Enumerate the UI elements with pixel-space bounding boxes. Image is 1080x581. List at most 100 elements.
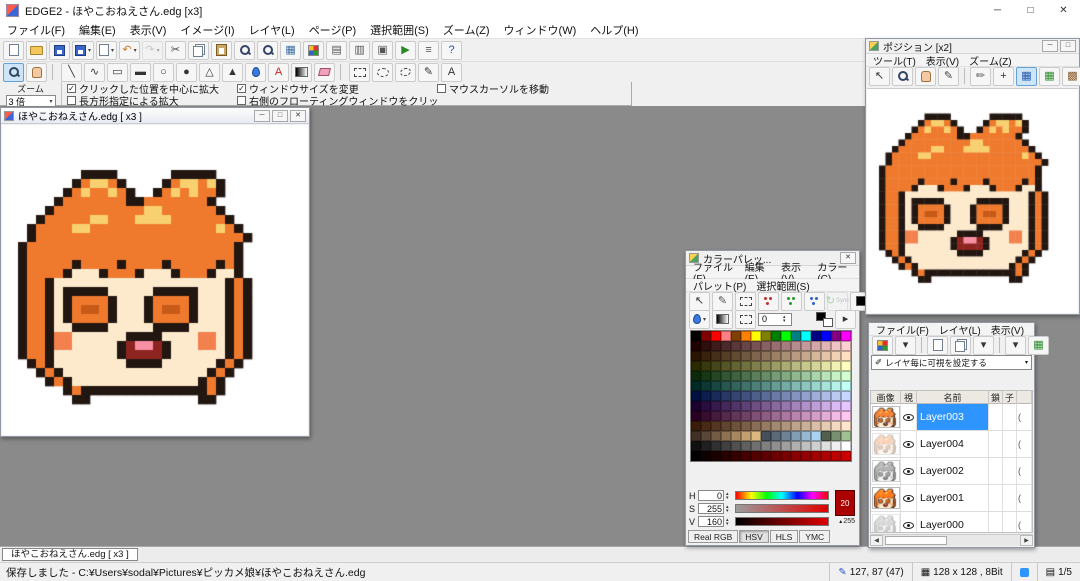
palette-cell[interactable] bbox=[691, 391, 701, 401]
palette-cell[interactable] bbox=[761, 341, 771, 351]
palette-cell[interactable] bbox=[711, 371, 721, 381]
position-zoom-tool[interactable] bbox=[892, 66, 913, 86]
cut-button[interactable]: ✂ bbox=[165, 40, 187, 60]
layer-child-cell[interactable] bbox=[1003, 485, 1017, 511]
palette-cell[interactable] bbox=[841, 361, 851, 371]
palette-cell[interactable] bbox=[791, 391, 801, 401]
palette-cell[interactable] bbox=[701, 351, 711, 361]
layer-menu-view[interactable]: 表示(V) bbox=[986, 322, 1029, 337]
palette-cell[interactable] bbox=[781, 341, 791, 351]
eraser-tool[interactable] bbox=[314, 62, 335, 82]
open-file-button[interactable] bbox=[26, 40, 47, 60]
palette-cell[interactable] bbox=[761, 401, 771, 411]
expand-button[interactable]: ▸ bbox=[835, 309, 856, 329]
palette-cell[interactable] bbox=[761, 351, 771, 361]
palette-cell[interactable] bbox=[701, 421, 711, 431]
layer-grid-button[interactable]: ▦ bbox=[1028, 335, 1049, 355]
layer-thumbnail[interactable] bbox=[871, 487, 900, 509]
palette-cell[interactable] bbox=[761, 411, 771, 421]
foreground-background-swatches[interactable] bbox=[816, 311, 833, 327]
palette-cell[interactable] bbox=[781, 411, 791, 421]
layer-menu-button[interactable]: ▾ bbox=[973, 335, 994, 355]
palette-cell[interactable] bbox=[741, 381, 751, 391]
menu-view[interactable]: 表示(V) bbox=[123, 21, 174, 39]
palette-cell[interactable] bbox=[791, 331, 801, 341]
palette-cell[interactable] bbox=[821, 411, 831, 421]
saturation-spinner[interactable]: ▴ ▾ bbox=[726, 504, 733, 513]
palette-cell[interactable] bbox=[711, 421, 721, 431]
layer-child-cell[interactable] bbox=[1003, 404, 1017, 430]
palette-cell[interactable] bbox=[771, 381, 781, 391]
palette-cell[interactable] bbox=[821, 371, 831, 381]
palette-cell[interactable] bbox=[711, 331, 721, 341]
palette-cell[interactable] bbox=[841, 441, 851, 451]
palette-cell[interactable] bbox=[771, 341, 781, 351]
layer-visibility-dropdown[interactable]: ✐ レイヤ毎に可視を設定する ▾ bbox=[871, 355, 1032, 370]
position-preview-canvas[interactable] bbox=[867, 89, 1078, 313]
document-tab[interactable]: ほやこおねえさん.edg [ x3 ] bbox=[2, 548, 138, 561]
palette-cell[interactable] bbox=[701, 441, 711, 451]
palette-cell[interactable] bbox=[801, 421, 811, 431]
canvas-maximize-button[interactable]: □ bbox=[272, 109, 288, 122]
palette-cell[interactable] bbox=[771, 421, 781, 431]
grid-button[interactable]: ▦ bbox=[280, 40, 302, 60]
palette-cell[interactable] bbox=[721, 431, 731, 441]
layer-name-cell[interactable]: Layer001 bbox=[917, 485, 989, 511]
palette-cell[interactable] bbox=[721, 371, 731, 381]
layer-row[interactable]: Layer004 ( bbox=[871, 431, 1032, 458]
canvas-close-button[interactable]: ✕ bbox=[290, 109, 306, 122]
palette-cursor-tool[interactable]: ↖ bbox=[689, 291, 710, 311]
palette-cell[interactable] bbox=[821, 351, 831, 361]
layer-visibility-cell[interactable] bbox=[901, 431, 917, 457]
palette-menu-selection[interactable]: 選択範囲(S) bbox=[751, 278, 814, 293]
palette-cell[interactable] bbox=[741, 391, 751, 401]
palette-cell[interactable] bbox=[831, 331, 841, 341]
palette-cell[interactable] bbox=[721, 391, 731, 401]
lasso-tool[interactable] bbox=[395, 62, 416, 82]
palette-cell[interactable] bbox=[801, 391, 811, 401]
palette-cell[interactable] bbox=[741, 421, 751, 431]
palette-cell[interactable] bbox=[731, 391, 741, 401]
palette-cell[interactable] bbox=[801, 371, 811, 381]
palette-cell[interactable] bbox=[801, 331, 811, 341]
curve-tool[interactable]: ∿ bbox=[84, 62, 105, 82]
position-dropper-tool[interactable]: ✏ bbox=[970, 66, 991, 86]
zoom-level-select[interactable]: 3 倍 ▾ bbox=[5, 95, 56, 107]
option-move-cursor[interactable]: マウスカーソルを移動 bbox=[437, 81, 631, 96]
palette-cell[interactable] bbox=[731, 411, 741, 421]
palette-cell[interactable] bbox=[811, 421, 821, 431]
palette-cell[interactable] bbox=[841, 411, 851, 421]
palette-cell[interactable] bbox=[691, 451, 701, 461]
layer-row[interactable]: Layer000 ( bbox=[871, 512, 1032, 532]
palette-cell[interactable] bbox=[701, 361, 711, 371]
palette-cell[interactable] bbox=[721, 351, 731, 361]
save-as-button[interactable]: ▾ bbox=[72, 40, 95, 60]
palette-cell[interactable] bbox=[731, 341, 741, 351]
fill-style-button[interactable]: ▾ bbox=[689, 309, 710, 329]
palette-cell[interactable] bbox=[711, 341, 721, 351]
palette-cell[interactable] bbox=[821, 401, 831, 411]
palette-cell[interactable] bbox=[701, 381, 711, 391]
palette-cell[interactable] bbox=[841, 381, 851, 391]
layer-thumbnail[interactable] bbox=[871, 406, 900, 428]
palette-cell[interactable] bbox=[791, 451, 801, 461]
palette-button[interactable] bbox=[303, 40, 325, 60]
palette-cell[interactable] bbox=[741, 401, 751, 411]
layer-child-cell[interactable] bbox=[1003, 512, 1017, 532]
palette-cell[interactable] bbox=[721, 401, 731, 411]
position-cursor-tool[interactable]: ↖ bbox=[869, 66, 890, 86]
palette-cell[interactable] bbox=[751, 441, 761, 451]
layer-name-cell[interactable]: Layer002 bbox=[917, 458, 989, 484]
palette-cell[interactable] bbox=[811, 361, 821, 371]
palette-cell[interactable] bbox=[841, 371, 851, 381]
palette-cell[interactable] bbox=[831, 451, 841, 461]
gradient-style-button[interactable] bbox=[712, 309, 733, 329]
palette-cell[interactable] bbox=[691, 431, 701, 441]
value-value[interactable]: 160 bbox=[698, 516, 724, 527]
palette-cell[interactable] bbox=[751, 331, 761, 341]
palette-cell[interactable] bbox=[741, 361, 751, 371]
palette-cell[interactable] bbox=[751, 431, 761, 441]
filled-rect-tool[interactable]: ▬ bbox=[130, 62, 151, 82]
palette-cell[interactable] bbox=[841, 351, 851, 361]
palette-cell[interactable] bbox=[721, 361, 731, 371]
